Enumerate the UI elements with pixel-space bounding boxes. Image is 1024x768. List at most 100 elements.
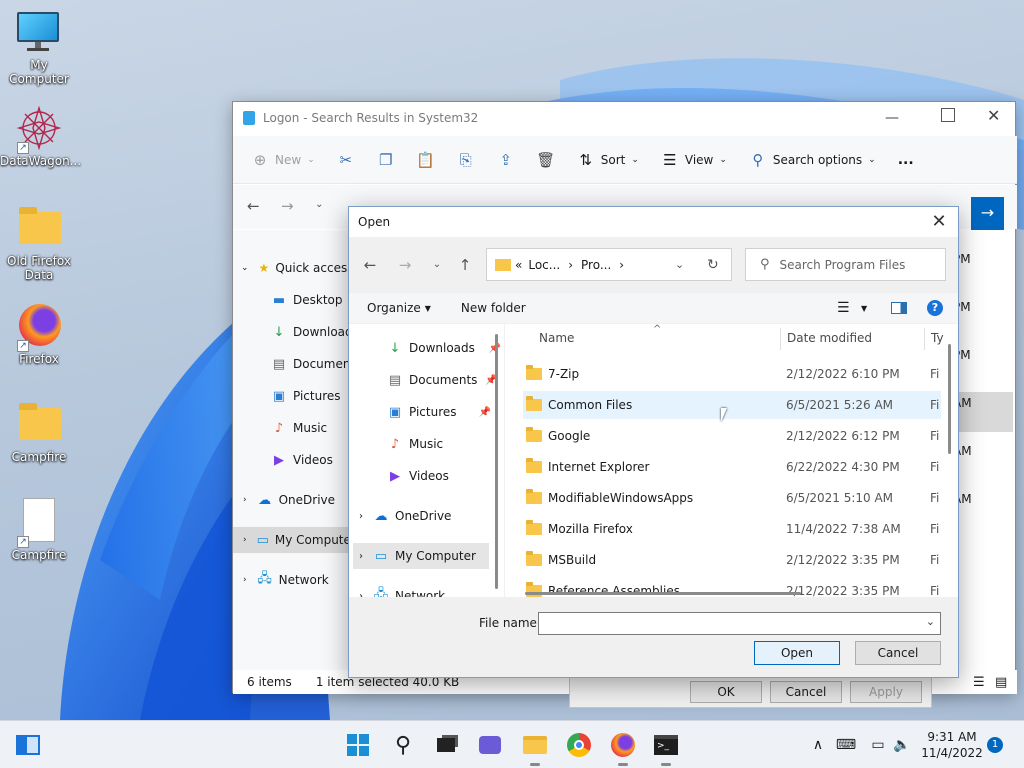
open-dialog[interactable]: Open ✕ ← → ⌄ ↑ « Loc... › Pro... › ⌄ ↻ ⚲… [348, 206, 959, 678]
up-icon[interactable]: ↑ [455, 255, 475, 275]
clock[interactable]: 9:31 AM 11/4/2022 [920, 729, 984, 761]
view-dropdown-icon[interactable]: ▼ [861, 304, 867, 313]
desktop-icon-campfire-file[interactable]: ↗ Campfire [0, 498, 78, 562]
search-options-button[interactable]: ⚲ Search options ⌄ [749, 151, 875, 169]
file-name-input[interactable]: ⌄ [538, 612, 941, 635]
share-button[interactable]: ⇪ [497, 151, 515, 169]
file-row[interactable]: 7-Zip 2/12/2022 6:10 PM Fi [523, 360, 941, 388]
file-row[interactable]: Google 2/12/2022 6:12 PM Fi [523, 422, 941, 450]
explorer-titlebar[interactable]: Logon - Search Results in System32 — ✕ [233, 102, 1015, 134]
desktop-icon-old-firefox-data[interactable]: Old Firefox Data [0, 204, 78, 282]
close-icon[interactable]: ✕ [928, 211, 950, 233]
tree-item-pictures[interactable]: ▣ Pictures 📌 [387, 399, 491, 425]
preview-pane-icon[interactable] [891, 302, 907, 314]
tree-item-my-computer[interactable]: › ▭ My Computer [353, 543, 489, 569]
desktop-icon-my-computer[interactable]: My Computer [0, 8, 78, 86]
tree-item-network[interactable]: › 🖧 Network [359, 583, 445, 597]
vertical-scrollbar[interactable] [948, 344, 951, 454]
file-row-hover[interactable]: Common Files 6/5/2021 5:26 AM Fi [523, 391, 941, 419]
tree-item-videos[interactable]: ▶ Videos [387, 463, 449, 489]
column-divider[interactable] [924, 328, 925, 350]
tree-item-videos[interactable]: ▶ Videos [271, 447, 333, 473]
tree-item-music[interactable]: ♪ Music [271, 415, 327, 441]
tree-item-quick-access[interactable]: ⌄ ★ Quick access [241, 255, 354, 281]
ok-button[interactable]: OK [690, 681, 762, 703]
tree-item-my-computer[interactable]: › ▭ My Computer [233, 527, 350, 553]
file-row[interactable]: Mozilla Firefox 11/4/2022 7:38 AM Fi [523, 515, 941, 543]
task-view-icon[interactable] [432, 731, 460, 759]
forward-icon[interactable]: → [395, 255, 415, 275]
tree-item-music[interactable]: ♪ Music [387, 431, 443, 457]
view-menu-icon[interactable]: ☰ [837, 300, 850, 316]
firefox-icon[interactable] [609, 731, 637, 759]
tree-item-desktop[interactable]: ▬ Desktop [271, 287, 343, 313]
terminal-icon[interactable]: >_ [652, 731, 680, 759]
refresh-icon[interactable]: ↻ [707, 257, 719, 273]
file-explorer-icon[interactable] [521, 731, 549, 759]
tree-item-downloads[interactable]: ↓Downloads📌 [387, 335, 502, 361]
address-bar[interactable]: « Loc... › Pro... › ⌄ ↻ [486, 248, 732, 281]
tree-item-pictures[interactable]: ▣ Pictures [271, 383, 341, 409]
result-time-selected[interactable]: AM [953, 392, 1013, 432]
back-icon[interactable]: ← [360, 255, 380, 275]
breadcrumb-local[interactable]: Loc... [528, 258, 560, 272]
notification-badge[interactable]: 1 [987, 737, 1003, 753]
file-row[interactable]: ModifiableWindowsApps 6/5/2021 5:10 AM Fi [523, 484, 941, 512]
close-button[interactable]: ✕ [987, 106, 1000, 125]
tree-item-documents[interactable]: ▤ Documents 📌 [387, 367, 498, 393]
desktop-icon-datawagon[interactable]: ↗ DataWagon... [0, 104, 81, 168]
column-header-name[interactable]: Name [539, 324, 574, 352]
volume-icon[interactable]: 🔈 [888, 731, 916, 759]
new-button[interactable]: ⊕ New ⌄ [251, 151, 315, 169]
tree-item-onedrive[interactable]: › ☁ OneDrive [243, 487, 335, 513]
tree-item-onedrive[interactable]: › ☁ OneDrive [359, 503, 451, 529]
rename-button[interactable]: ⎘ [457, 151, 475, 169]
help-icon[interactable]: ? [927, 300, 943, 316]
sort-button[interactable]: ⇅ Sort ⌄ [577, 151, 638, 169]
cancel-button[interactable]: Cancel [770, 681, 842, 703]
tree-item-network[interactable]: › 🖧 Network [243, 567, 329, 593]
details-view-icon[interactable]: ☰ [973, 675, 985, 690]
copy-button[interactable]: ❐ [377, 151, 395, 169]
file-row[interactable]: MSBuild 2/12/2022 3:35 PM Fi [523, 546, 941, 574]
tree-item-downloads[interactable]: ↓ Downloads [271, 319, 359, 345]
maximize-button[interactable] [941, 108, 955, 122]
minimize-button[interactable]: — [885, 110, 905, 126]
search-input[interactable]: ⚲ Search Program Files [745, 248, 946, 281]
tiles-view-icon[interactable]: ▤ [995, 675, 1007, 690]
file-name-dropdown-icon[interactable]: ⌄ [926, 615, 935, 628]
cut-button[interactable]: ✂ [337, 151, 355, 169]
more-button[interactable]: ... [898, 152, 914, 168]
chat-icon[interactable] [476, 731, 504, 759]
recent-chevron-icon[interactable]: ⌄ [427, 255, 447, 275]
desktop-icon-campfire-folder[interactable]: Campfire [0, 400, 78, 464]
column-header-date[interactable]: Date modified [787, 324, 872, 352]
breadcrumb-program-files[interactable]: Pro... [581, 258, 611, 272]
organize-button[interactable]: Organize ▼ [367, 301, 431, 315]
tree-scrollbar[interactable] [495, 334, 498, 589]
apply-button[interactable]: Apply [850, 681, 922, 703]
explorer-search-go-button[interactable]: → [971, 197, 1004, 230]
search-icon[interactable]: ⚲ [389, 731, 417, 759]
keyboard-icon[interactable]: ⌨ [832, 731, 860, 759]
desktop-icon-firefox[interactable]: ↗ Firefox [0, 302, 78, 366]
back-icon[interactable]: ← [247, 197, 260, 215]
cancel-button[interactable]: Cancel [855, 641, 941, 665]
show-widgets-icon[interactable] [14, 731, 42, 759]
forward-icon[interactable]: → [281, 197, 294, 215]
open-dialog-titlebar[interactable]: Open [349, 207, 958, 237]
start-button[interactable] [344, 731, 372, 759]
recent-chevron-icon[interactable]: ⌄ [315, 199, 323, 210]
view-button[interactable]: ☰ View ⌄ [661, 151, 727, 169]
new-folder-button[interactable]: New folder [461, 301, 526, 315]
file-row[interactable]: Internet Explorer 6/22/2022 4:30 PM Fi [523, 453, 941, 481]
delete-button[interactable]: 🗑 [536, 151, 555, 169]
chrome-icon[interactable] [565, 731, 593, 759]
paste-button[interactable]: 📋 [416, 151, 435, 169]
show-hidden-icons-chevron[interactable]: ∧ [804, 731, 832, 759]
address-dropdown-icon[interactable]: ⌄ [675, 258, 684, 271]
open-button[interactable]: Open [754, 641, 840, 665]
horizontal-scrollbar[interactable] [525, 592, 801, 595]
column-divider[interactable] [780, 328, 781, 350]
column-header-type[interactable]: Ty [931, 324, 944, 352]
